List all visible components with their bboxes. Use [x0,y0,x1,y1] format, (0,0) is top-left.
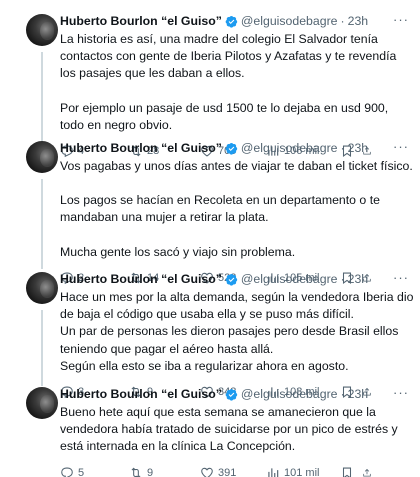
separator: · [340,387,345,401]
more-options-icon[interactable]: ··· [393,140,409,153]
more-options-icon[interactable]: ··· [393,13,409,26]
author-name[interactable]: Huberto Bourlon “el Guiso” [60,140,222,156]
share-icon [363,468,371,477]
tweet-content: Huberto Bourlon “el Guiso” @elguisodebag… [60,140,415,285]
verified-badge-icon [225,142,238,155]
author-handle[interactable]: @elguisodebagre [241,271,338,287]
author-name[interactable]: Huberto Bourlon “el Guiso” [60,13,222,29]
author-name[interactable]: Huberto Bourlon “el Guiso” [60,386,222,402]
verified-badge-icon [225,388,238,401]
tweet-paragraph: Mucha gente los sacó y viajo sin problem… [60,244,296,259]
separator: · [340,272,345,286]
heart-icon [201,467,213,477]
tweet-text: Vos pagabas y unos días antes de viajar … [60,158,415,261]
tweet-text: La historia es así, una madre del colegi… [60,31,415,134]
tweet-actions: 5 9 391 101 mil [60,466,415,477]
verified-badge-icon [225,273,238,286]
views-icon [268,467,279,477]
tweet-paragraph: Según ella esto se iba a regularizar aho… [60,358,349,373]
like-count: 391 [218,466,237,477]
separator: · [340,14,345,28]
tweet-paragraph: Hace un mes por la alta demanda, según l… [60,290,414,322]
tweet-text: Hace un mes por la alta demanda, según l… [60,289,415,375]
retweet-count: 9 [147,466,154,477]
timestamp[interactable]: 23h [348,140,369,156]
tweet-paragraph: La historia es así, una madre del colegi… [60,32,397,81]
avatar[interactable] [26,14,58,46]
retweet-icon [131,467,141,477]
tweet-content: Huberto Bourlon “el Guiso” @elguisodebag… [60,386,415,477]
views-count: 101 mil [284,466,320,477]
tweet-content: Huberto Bourlon “el Guiso” @elguisodebag… [60,271,415,399]
retweet-button[interactable]: 9 [129,466,200,477]
tweet-paragraph: Por ejemplo un pasaje de usd 1500 te lo … [60,100,389,132]
tweet-text: Bueno hete aquí que esta semana se amane… [60,404,415,456]
tweet-paragraph: Un par de personas les dieron pasajes pe… [60,324,399,356]
tweet-paragraph: Los pagos se hacían en Recoleta en un de… [60,193,380,225]
bookmark-icon [342,467,352,477]
more-options-icon[interactable]: ··· [393,271,409,284]
bookmark-button[interactable] [340,466,362,477]
avatar[interactable] [26,272,58,304]
more-options-icon[interactable]: ··· [393,386,409,399]
tweet-content: Huberto Bourlon “el Guiso” @elguisodebag… [60,13,415,158]
tweet-header: Huberto Bourlon “el Guiso” @elguisodebag… [60,13,415,29]
timestamp[interactable]: 23h [348,13,369,29]
verified-badge-icon [225,15,238,28]
views-button[interactable]: 101 mil [266,466,340,477]
author-handle[interactable]: @elguisodebagre [241,140,338,156]
author-name[interactable]: Huberto Bourlon “el Guiso” [60,271,222,287]
like-button[interactable]: 391 [200,466,266,477]
tweet-header: Huberto Bourlon “el Guiso” @elguisodebag… [60,386,415,402]
reply-button[interactable]: 5 [60,466,129,477]
tweet-header: Huberto Bourlon “el Guiso” @elguisodebag… [60,140,415,156]
avatar[interactable] [26,387,58,419]
share-button[interactable] [362,466,376,477]
reply-icon [61,467,73,477]
avatar[interactable] [26,141,58,173]
timestamp[interactable]: 23h [348,271,369,287]
author-handle[interactable]: @elguisodebagre [241,386,338,402]
tweet-header: Huberto Bourlon “el Guiso” @elguisodebag… [60,271,415,287]
separator: · [340,141,345,155]
tweet-paragraph: Vos pagabas y unos días antes de viajar … [60,159,413,173]
reply-count: 5 [78,466,85,477]
author-handle[interactable]: @elguisodebagre [241,13,338,29]
tweet-paragraph: Bueno hete aquí que esta semana se amane… [60,405,398,454]
timestamp[interactable]: 23h [348,386,369,402]
tweet-thread: Huberto Bourlon “el Guiso” @elguisodebag… [0,0,420,477]
